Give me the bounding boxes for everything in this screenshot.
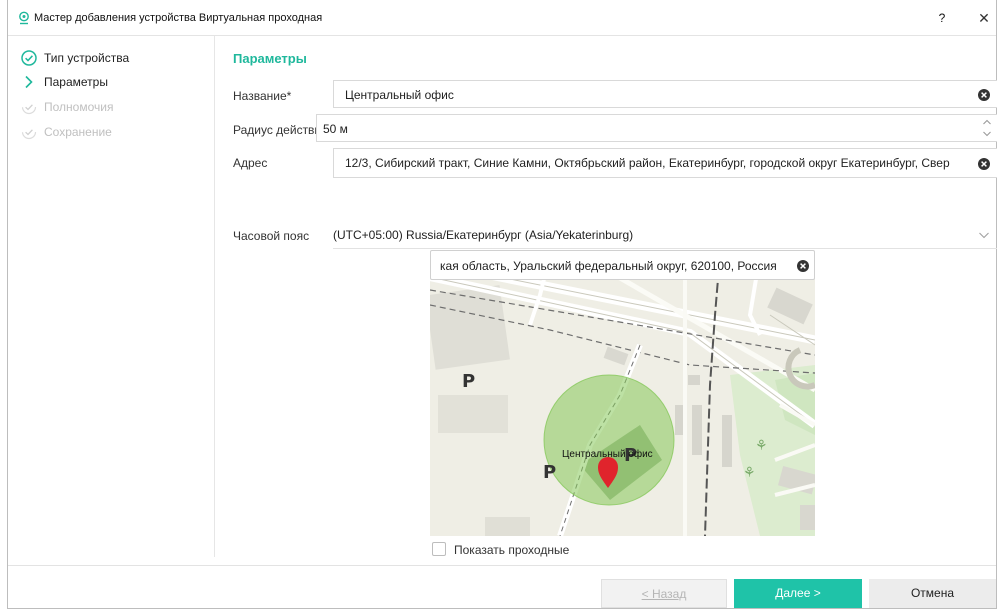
show-checkpoints-checkbox[interactable] — [432, 542, 446, 556]
clear-icon[interactable] — [796, 259, 810, 273]
check-circle-icon — [21, 50, 37, 66]
parking-label: P — [462, 371, 475, 392]
parking-label: P — [543, 462, 556, 483]
location-pin-icon — [19, 11, 29, 25]
step-label: Полномочия — [44, 100, 114, 114]
next-button[interactable]: Далее > — [734, 579, 862, 608]
check-icon — [21, 124, 37, 140]
section-title: Параметры — [233, 51, 307, 66]
svg-text:⚘: ⚘ — [743, 465, 756, 481]
stepper-up-icon[interactable] — [982, 118, 992, 126]
clear-icon[interactable] — [977, 157, 991, 171]
address-label: Адрес — [233, 156, 268, 170]
footer: < Назад Далее > Отмена — [8, 565, 996, 609]
check-icon — [21, 99, 37, 115]
chevron-down-icon — [979, 232, 989, 239]
radius-label: Радиус действия — [233, 123, 328, 137]
timezone-value: (UTC+05:00) Russia/Екатеринбург (Asia/Ye… — [333, 228, 634, 242]
title-bar: Мастер добавления устройства Виртуальная… — [8, 0, 996, 36]
svg-text:⚘: ⚘ — [755, 438, 768, 454]
radius-stepper[interactable]: 50 м — [316, 114, 997, 142]
map-view[interactable]: ⚘ ⚘ P P P Центральный офис — [430, 255, 815, 536]
chevron-right-icon — [25, 75, 33, 89]
parameters-panel: Параметры Название* Центральный офис Рад… — [216, 36, 997, 557]
address-value: 12/3, Сибирский тракт, Синие Камни, Октя… — [345, 156, 950, 170]
name-input[interactable]: Центральный офис — [333, 80, 997, 108]
clear-icon[interactable] — [977, 88, 991, 102]
cancel-button[interactable]: Отмена — [869, 579, 996, 608]
map-tiles: ⚘ ⚘ P P P Центральный офис — [430, 255, 815, 536]
show-checkpoints-label: Показать проходные — [454, 543, 570, 557]
step-label: Параметры — [44, 75, 108, 89]
map-search-value: кая область, Уральский федеральный округ… — [440, 259, 777, 273]
name-value: Центральный офис — [345, 88, 454, 102]
close-button[interactable]: ✕ — [976, 9, 992, 27]
radius-value: 50 м — [323, 122, 348, 136]
back-button[interactable]: < Назад — [601, 579, 727, 608]
wizard-window: Мастер добавления устройства Виртуальная… — [7, 0, 997, 609]
window-title: Мастер добавления устройства Виртуальная… — [34, 12, 323, 24]
step-label: Тип устройства — [44, 51, 130, 65]
timezone-label: Часовой пояс — [233, 229, 310, 243]
address-input[interactable]: 12/3, Сибирский тракт, Синие Камни, Октя… — [333, 148, 997, 178]
name-label: Название* — [233, 89, 292, 103]
help-button[interactable]: ? — [934, 9, 950, 27]
timezone-select[interactable]: (UTC+05:00) Russia/Екатеринбург (Asia/Ye… — [333, 223, 997, 249]
stepper-down-icon[interactable] — [982, 130, 992, 138]
step-label: Сохранение — [44, 125, 112, 139]
map-search-input[interactable]: кая область, Уральский федеральный округ… — [430, 250, 815, 280]
wizard-steps: Тип устройства Параметры Полномочия Сохр… — [8, 36, 215, 557]
